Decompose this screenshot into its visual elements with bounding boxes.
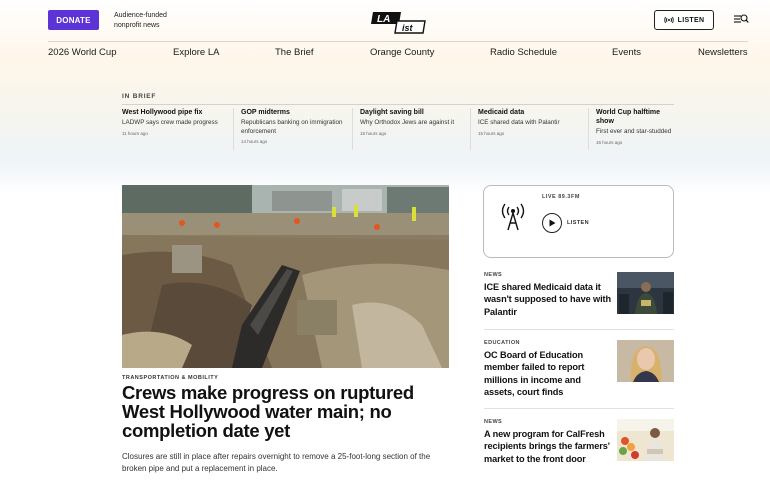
brief-item-desc: LADWP says crew made progress — [122, 119, 218, 126]
logo-text-ist: ist — [402, 23, 414, 33]
brief-item[interactable]: West Hollywood pipe fix LADWP says crew … — [122, 108, 227, 136]
hero-headline[interactable]: Crews make progress on ruptured West Hol… — [122, 383, 432, 440]
side-story[interactable]: NEWS ICE shared Medicaid data it wasn't … — [484, 272, 674, 318]
side-story[interactable]: NEWS A new program for CalFresh recipien… — [484, 419, 674, 465]
nav-item-explore-la[interactable]: Explore LA — [173, 47, 219, 58]
story-thumbnail[interactable] — [617, 419, 674, 461]
nav-item-radio-schedule[interactable]: Radio Schedule — [490, 47, 557, 58]
brief-item-desc: Republicans banking on immigration enfor… — [241, 119, 343, 135]
brief-separator — [470, 108, 471, 150]
story-thumbnail[interactable] — [617, 272, 674, 314]
hero-kicker[interactable]: TRANSPORTATION & MOBILITY — [122, 375, 218, 381]
brief-item-time: 11 hours ago — [122, 130, 148, 136]
logo-text-la: LA — [377, 14, 390, 25]
in-brief-label: IN BRIEF — [122, 93, 157, 100]
brief-item-desc: First ever and star-studded — [596, 128, 672, 135]
hero-dek: Closures are still in place after repair… — [122, 452, 431, 473]
brief-separator — [233, 108, 234, 150]
brief-item[interactable]: Daylight saving bill Why Orthodox Jews a… — [352, 108, 465, 150]
broadcast-icon — [663, 16, 674, 24]
story-divider — [484, 408, 674, 409]
story-divider — [484, 329, 674, 330]
story-title[interactable]: OC Board of Education member failed to r… — [484, 349, 612, 398]
radio-tower-icon — [501, 203, 525, 231]
live-listen-label[interactable]: LISTEN — [567, 220, 589, 226]
nav-item-newsletters[interactable]: Newsletters — [698, 47, 748, 58]
header-divider — [48, 41, 748, 42]
farmers-market-photo — [617, 419, 674, 461]
live-radio-card: LIVE 89.3FM LISTEN — [483, 185, 674, 258]
in-brief-rule — [122, 104, 674, 105]
story-title[interactable]: A new program for CalFresh recipients br… — [484, 428, 612, 465]
brief-item-desc: Why Orthodox Jews are against it — [360, 119, 455, 126]
menu-search-icon[interactable] — [733, 13, 749, 25]
side-story[interactable]: EDUCATION OC Board of Education member f… — [484, 340, 674, 398]
brief-item-desc: ICE shared data with Palantir — [478, 119, 560, 126]
hero-image[interactable] — [122, 185, 449, 368]
nav-item-orange-county[interactable]: Orange County — [370, 47, 434, 58]
donate-button[interactable]: DONATE — [48, 10, 99, 30]
live-station-label: LIVE 89.3FM — [542, 194, 580, 200]
nav-item-the-brief[interactable]: The Brief — [275, 47, 314, 58]
nav-item-events[interactable]: Events — [612, 47, 641, 58]
brief-item-time: 15 hours ago — [478, 130, 505, 136]
brief-item[interactable]: World Cup halftime show First ever and s… — [588, 108, 676, 150]
site-header: DONATE Audience-funded nonprofit news LA… — [0, 0, 770, 42]
officer-photo — [617, 272, 674, 314]
brief-item-title: Daylight saving bill — [360, 109, 424, 116]
play-icon — [549, 219, 556, 227]
tagline-line-1: Audience-funded — [114, 12, 167, 19]
brief-item-title: GOP midterms — [241, 109, 290, 116]
brief-separator — [588, 108, 589, 150]
listen-button-label: LISTEN — [677, 16, 705, 24]
brief-item-title: West Hollywood pipe fix — [122, 109, 203, 116]
brief-item-time: 16 hours ago — [596, 139, 623, 145]
story-title[interactable]: ICE shared Medicaid data it wasn't suppo… — [484, 281, 612, 318]
portrait-photo — [617, 340, 674, 382]
brief-item[interactable]: GOP midterms Republicans banking on immi… — [233, 108, 346, 150]
brief-separator — [352, 108, 353, 150]
site-tagline: Audience-funded nonprofit news — [114, 11, 184, 31]
brief-item-time: 14 hours ago — [241, 139, 268, 144]
main-nav: 2026 World Cup Explore LA The Brief Oran… — [0, 47, 770, 61]
nav-item-world-cup[interactable]: 2026 World Cup — [48, 47, 116, 58]
story-thumbnail[interactable] — [617, 340, 674, 382]
tagline-line-2: nonprofit news — [114, 22, 160, 29]
brief-item-time: 15 hours ago — [360, 130, 387, 136]
excavation-photo — [122, 185, 449, 368]
play-button[interactable] — [542, 213, 562, 233]
listen-button[interactable]: LISTEN — [654, 10, 714, 30]
laist-logo[interactable]: LA ist — [370, 10, 426, 34]
brief-item-title: Medicaid data — [478, 109, 525, 116]
brief-item[interactable]: Medicaid data ICE shared data with Palan… — [470, 108, 583, 150]
brief-item-title: World Cup halftime show — [596, 109, 661, 125]
